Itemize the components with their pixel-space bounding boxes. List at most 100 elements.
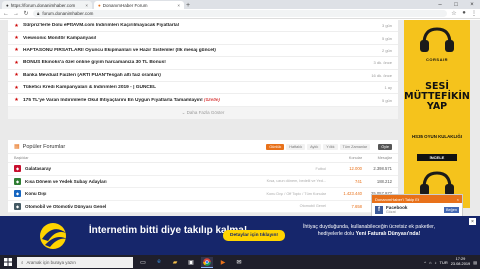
bottom-ad-banner[interactable]: İnternetim bitti diye takılıp kalma! Det… <box>0 216 480 255</box>
search-icon: ⌕ <box>21 259 24 265</box>
url-field[interactable]: 🔒︎ forum.donanimhaber.com <box>33 10 447 17</box>
topic-meta: 16 dk. önce <box>371 72 392 78</box>
banner-cta-button[interactable]: Detaylar için tıklayın! <box>223 230 285 241</box>
topic-list: ★ Sürpriz'lerle Dolu ePttAVM.com İndirim… <box>8 20 398 119</box>
tab-strip: ● https://forum.donanimhaber.com × ● Don… <box>0 0 480 9</box>
filter-daily[interactable]: Günlük <box>266 143 285 150</box>
edge-icon[interactable]: e <box>153 257 165 268</box>
close-icon[interactable]: × <box>85 3 88 8</box>
chrome-icon[interactable] <box>201 256 213 268</box>
taskbar: ⌕ Aramak için buraya yazın ▭ e ▰ ▣ ▶ ✉ ^… <box>0 255 480 269</box>
task-view-icon[interactable]: ▭ <box>137 257 149 268</box>
filter-monthly[interactable]: Aylık <box>307 143 322 150</box>
forum-name[interactable]: Konu Dışı <box>25 191 195 196</box>
menu-icon[interactable]: ⋮ <box>471 10 477 17</box>
follow-title: DonanımHaber'i Takip Et <box>375 196 420 202</box>
hot-label: (özetle) <box>204 97 221 103</box>
notification-icon[interactable]: ▤ <box>473 260 477 265</box>
list-item[interactable]: ★ Tüketici Kredi Kampanyaları & İndiriml… <box>8 82 398 95</box>
close-icon[interactable]: × <box>469 218 476 225</box>
topic-meta: 1 ay <box>384 85 392 91</box>
browser-tab[interactable]: ● https://forum.donanimhaber.com × <box>2 1 92 9</box>
bullet-icon: ★ <box>14 22 19 29</box>
ad-brand: CORSAIR <box>426 57 448 62</box>
headset-icon <box>420 27 454 52</box>
show-more-button[interactable]: ⌄ Daha Fazla Göster <box>8 106 398 119</box>
bullet-icon: ★ <box>14 84 19 91</box>
facebook-page: f Facebook Gözat Beğen <box>372 203 462 216</box>
topic-title[interactable]: Tüketici Kredi Kampanyaları & İndirimler… <box>23 85 366 90</box>
forum-row[interactable]: ◆ Otomobil ve Otomotiv Dünyası Genel Oto… <box>8 201 398 213</box>
close-window-icon[interactable]: × <box>464 0 480 9</box>
topic-count: 741 <box>355 178 362 184</box>
filter-yearly[interactable]: Yıllık <box>323 143 338 150</box>
taskbar-search-input[interactable]: ⌕ Aramak için buraya yazın <box>17 256 133 268</box>
section-title: Popüler Forumlar <box>22 143 66 150</box>
filter-extra[interactable]: Öyle <box>378 143 392 150</box>
maximize-icon[interactable]: □ <box>448 0 464 9</box>
chevron-up-icon[interactable]: ^ <box>424 260 426 265</box>
banner-text-bold: Yeni Faturalı Dünyası'nda! <box>355 231 421 237</box>
ad-headline: SESİ MÜTTEFİKİN YAP <box>404 81 470 112</box>
browser-tab-active[interactable]: ● DonanımHaber Forum × <box>94 1 184 9</box>
ad-cta-button[interactable]: İNCELE <box>417 154 457 161</box>
forum-icon: ◆ <box>14 190 21 198</box>
forum-row[interactable]: ◆ Kısa Dönem ve Yedek Subay Adayları Kıs… <box>8 176 398 188</box>
forum-name[interactable]: Galatasaray <box>25 166 195 171</box>
forum-category: Konu Dışı / Off Topic / Tüm Konular <box>266 191 326 196</box>
list-item[interactable]: ★ Sürpriz'lerle Dolu ePttAVM.com İndirim… <box>8 20 398 33</box>
close-icon[interactable]: × <box>457 197 459 202</box>
message-count: 188.212 <box>376 178 392 184</box>
popular-forums: ▦ Popüler Forumlar Günlük Haftalık Aylık… <box>8 140 398 213</box>
profile-icon[interactable]: ● <box>461 10 467 17</box>
clock[interactable]: 17:29 23.08.2019 <box>451 257 470 266</box>
sidebar-ad[interactable]: CORSAIR SESİ MÜTTEFİKİN YAP HS35 OYUN KU… <box>404 20 470 208</box>
volume-icon[interactable]: ♪ <box>435 260 437 265</box>
like-button[interactable]: Beğen <box>444 206 459 213</box>
topic-meta: 5 gün <box>381 97 392 103</box>
star-icon[interactable]: ☆ <box>451 10 457 17</box>
topic-title[interactable]: BONUS Ekinoks'a özel online giyim harcam… <box>23 60 366 65</box>
forum-name[interactable]: Otomobil ve Otomotiv Dünyası Genel <box>25 204 195 209</box>
forum-row[interactable]: ◆ Konu Dışı Konu Dışı / Off Topic / Tüm … <box>8 188 398 201</box>
forum-name[interactable]: Kısa Dönem ve Yedek Subay Adayları <box>25 179 195 184</box>
topic-title[interactable]: HAFTASONU FIRSATLARI! Oyuncu Ekipmanları… <box>23 48 366 53</box>
list-item[interactable]: ★ Banka Mevduat Faizleri (ARTI PUAN'Tesg… <box>8 70 398 82</box>
bullet-icon: ★ <box>14 72 19 79</box>
language-indicator[interactable]: TUR <box>440 260 448 265</box>
network-icon[interactable]: ⌂ <box>429 260 431 265</box>
forum-row[interactable]: ◆ Galatasaray Futbol 12.000 2.398.571 <box>8 163 398 176</box>
topic-count: 1.423.440 <box>343 191 362 197</box>
topic-title[interactable]: 175 TL'ye Varan İndirimlerle Okul İhtiya… <box>23 98 366 103</box>
reload-icon[interactable]: ↻ <box>23 10 29 17</box>
windows-start-icon[interactable] <box>3 257 13 267</box>
minimize-icon[interactable]: – <box>432 0 448 9</box>
folder-icon[interactable]: ▰ <box>169 257 181 268</box>
topic-count: 12.000 <box>349 166 362 172</box>
close-icon[interactable]: × <box>177 3 180 8</box>
media-icon[interactable]: ▶ <box>217 257 229 268</box>
new-tab-button[interactable]: + <box>184 1 192 9</box>
list-item[interactable]: ★ Viewsonic Monitör Kampanyası! 5 gün <box>8 32 398 45</box>
back-icon[interactable]: ← <box>3 11 9 17</box>
list-item[interactable]: ★ 175 TL'ye Varan İndirimlerle Okul İhti… <box>8 94 398 107</box>
list-item[interactable]: ★ BONUS Ekinoks'a özel online giyim harc… <box>8 57 398 70</box>
filter-all-time[interactable]: Tüm Zamanlar <box>339 143 371 150</box>
list-item[interactable]: ★ HAFTASONU FIRSATLARI! Oyuncu Ekipmanla… <box>8 45 398 58</box>
topic-title[interactable]: Sürpriz'lerle Dolu ePttAVM.com İndirimle… <box>23 23 366 28</box>
topic-title[interactable]: Viewsonic Monitör Kampanyası! <box>23 36 366 41</box>
forum-icon: ◆ <box>14 202 21 210</box>
col-topics: Konular <box>348 156 362 160</box>
page-content: ★ Sürpriz'lerle Dolu ePttAVM.com İndirim… <box>0 20 480 229</box>
topic-meta: 3 gün <box>381 23 392 29</box>
topic-meta: 3 dk. önce <box>373 60 392 66</box>
forum-category: Otomobil Genel <box>299 204 326 209</box>
filter-weekly[interactable]: Haftalık <box>286 143 306 150</box>
column-header: Başlıklar Konular Mesajlar <box>8 154 398 163</box>
topic-count: 7.658 <box>351 203 362 209</box>
forum-category: Kısa, uzun dönem, bedelli ve Yed... <box>266 179 326 184</box>
mail-icon[interactable]: ✉ <box>233 257 245 268</box>
forward-icon[interactable]: → <box>13 11 19 17</box>
store-icon[interactable]: ▣ <box>185 257 197 268</box>
topic-title[interactable]: Banka Mevduat Faizleri (ARTI PUAN'Tesgah… <box>23 73 366 78</box>
